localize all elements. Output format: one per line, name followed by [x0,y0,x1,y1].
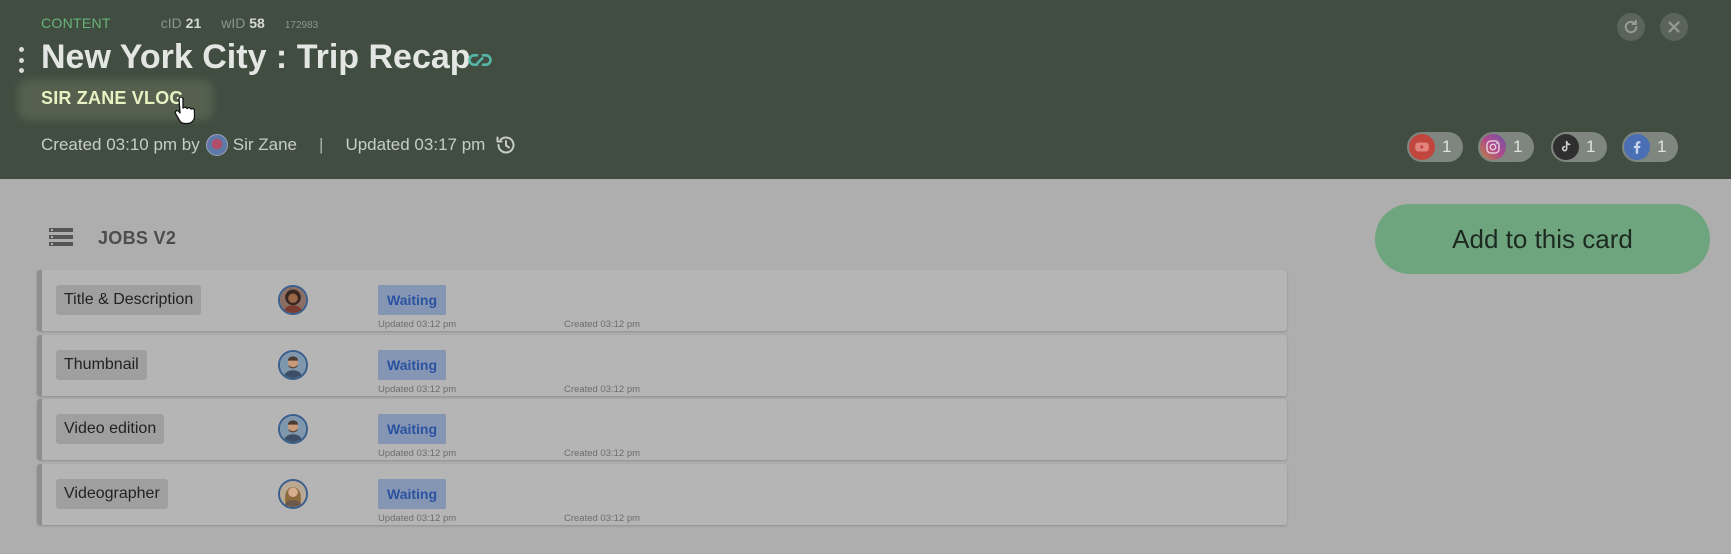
social-instagram[interactable]: 1 [1478,132,1534,162]
assignee-avatar[interactable] [278,414,308,444]
tiktok-icon [1553,134,1579,160]
card-header: CONTENT cID 21 wID 58 172983 New York Ci… [0,0,1731,179]
assignee-avatar[interactable] [278,349,308,380]
created-timestamp: Created 03:12 pm [564,512,641,524]
status-badge[interactable]: Waiting [378,349,447,380]
more-menu-icon[interactable] [16,47,26,73]
updated-text: Updated 03:17 pm [345,135,486,154]
wid-value: 58 [249,15,265,31]
job-row[interactable]: Thumbnail Waiting Updated 03:12 pm Creat… [37,334,1287,396]
job-row[interactable]: Title & Description Waiting Updated 03:1… [37,270,1287,331]
instagram-count: 1 [1513,137,1523,156]
add-to-card-button[interactable]: Add to this card [1375,204,1710,274]
author-name[interactable]: Sir Zane [233,135,297,155]
status-badge[interactable]: Waiting [378,414,447,444]
meta-row: CONTENT cID 21 wID 58 172983 [41,15,318,31]
link-icon[interactable] [466,46,494,74]
wid-label: wID [221,15,246,31]
created-timestamp: Created 03:12 pm [564,448,641,459]
close-button[interactable] [1660,13,1688,41]
channel-name[interactable]: SIR ZANE VLOG [41,88,184,109]
created-text: Created 03:10 pm by [41,135,200,154]
job-label[interactable]: Videographer [56,478,168,509]
refresh-icon [1624,19,1638,34]
updated-timestamp: Updated 03:12 pm [378,383,457,395]
section-label: CONTENT [41,15,111,31]
facebook-count: 1 [1657,137,1667,156]
social-tiktok[interactable]: 1 [1551,132,1607,162]
jobs-list: Title & Description Waiting Updated 03:1… [37,270,1287,528]
youtube-icon [1409,134,1435,160]
job-label[interactable]: Title & Description [56,285,202,315]
small-id: 172983 [284,20,319,31]
social-facebook[interactable]: 1 [1622,132,1678,162]
instagram-icon [1480,134,1506,160]
close-icon [1668,21,1680,33]
facebook-icon [1624,134,1650,160]
author-avatar [205,134,228,156]
refresh-button[interactable] [1617,13,1645,41]
social-youtube[interactable]: 1 [1407,132,1463,162]
assignee-avatar[interactable] [278,285,308,315]
separator: | [319,135,324,154]
youtube-count: 1 [1442,137,1452,156]
cid: cID 21 [161,15,201,31]
job-row[interactable]: Video edition Waiting Updated 03:12 pm C… [37,399,1287,460]
list-icon [49,228,73,246]
updated-timestamp: Updated 03:12 pm [378,512,457,524]
updated-timestamp: Updated 03:12 pm [378,319,457,330]
hand-cursor-icon [174,97,195,125]
created-timestamp: Created 03:12 pm [564,383,641,395]
job-label[interactable]: Thumbnail [56,349,147,380]
status-badge[interactable]: Waiting [378,478,447,509]
tiktok-count: 1 [1586,137,1596,156]
info-row: Created 03:10 pm by Sir Zane | Updated 0… [41,133,518,157]
history-icon[interactable] [494,133,518,157]
status-badge[interactable]: Waiting [378,285,447,315]
wid: wID 58 [221,15,265,31]
cid-value: 21 [185,15,202,31]
section-title: JOBS V2 [98,228,177,248]
job-label[interactable]: Video edition [56,414,165,444]
updated-timestamp: Updated 03:12 pm [378,448,457,459]
assignee-avatar[interactable] [278,478,308,509]
cid-label: cID [160,15,182,31]
created-timestamp: Created 03:12 pm [564,319,641,330]
card-title: New York City : Trip Recap [41,38,471,76]
job-row[interactable]: Videographer Waiting Updated 03:12 pm Cr… [37,463,1287,525]
